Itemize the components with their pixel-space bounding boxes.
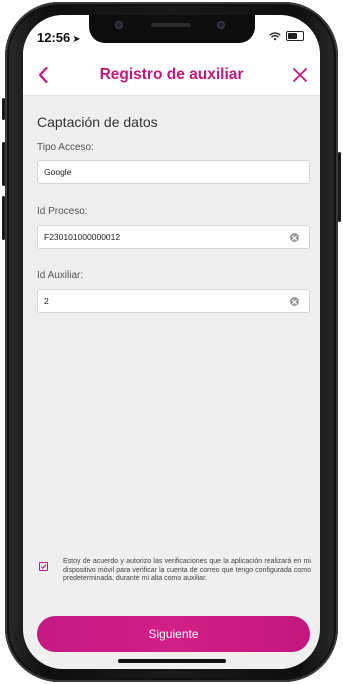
id-proceso-label: Id Proceso: [37, 206, 88, 217]
section-title: Captación de datos [37, 114, 158, 130]
clear-icon[interactable] [290, 233, 299, 242]
location-icon: ➤ [72, 34, 81, 45]
back-button[interactable] [29, 61, 57, 89]
consent-text: Estoy de acuerdo y autorizo las verifica… [63, 558, 311, 583]
wifi-icon [269, 31, 281, 40]
camera-icon [115, 21, 123, 29]
page-title: Registro de auxiliar [99, 66, 244, 83]
battery-icon [286, 31, 304, 41]
status-time: 12:56 ➤ [37, 30, 81, 45]
mute-switch [2, 98, 5, 120]
close-icon [293, 68, 307, 82]
tipo-acceso-label: Tipo Acceso: [37, 142, 94, 153]
tipo-acceso-value: Google [44, 167, 72, 177]
id-proceso-field[interactable]: F230101000000012 [37, 225, 310, 249]
status-bar: 12:56 ➤ [23, 15, 320, 55]
sensor-icon [217, 21, 225, 29]
tipo-acceso-field[interactable]: Google [37, 160, 310, 184]
status-icons [269, 31, 304, 41]
speaker-grille [151, 23, 191, 27]
home-indicator [118, 659, 226, 663]
id-auxiliar-field[interactable]: 2 [37, 289, 310, 313]
power-button [338, 152, 341, 222]
id-auxiliar-label: Id Auxiliar: [37, 270, 84, 281]
next-button[interactable]: Siguiente [37, 616, 310, 652]
id-proceso-value: F230101000000012 [44, 232, 121, 242]
volume-up-button [2, 142, 5, 186]
clear-icon[interactable] [290, 297, 299, 306]
close-button[interactable] [286, 61, 314, 89]
app-header: Registro de auxiliar [23, 55, 320, 96]
app-screen: 12:56 ➤ Registro de auxiliar Captación d… [23, 15, 320, 669]
consent-checkbox[interactable] [39, 562, 48, 571]
id-auxiliar-value: 2 [44, 296, 49, 306]
chevron-left-icon [38, 66, 48, 84]
volume-down-button [2, 196, 5, 240]
status-time-text: 12:56 [37, 30, 71, 45]
checkmark-icon [40, 564, 47, 570]
notch [89, 15, 255, 43]
